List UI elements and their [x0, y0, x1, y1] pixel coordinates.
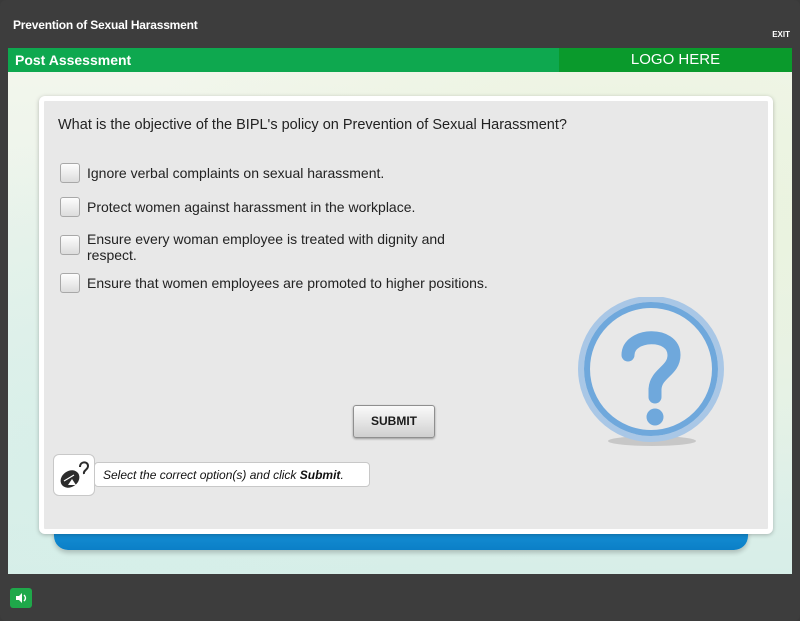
- option-checkbox[interactable]: [60, 197, 80, 217]
- option-checkbox[interactable]: [60, 273, 80, 293]
- exit-button[interactable]: EXIT: [772, 30, 790, 39]
- player-frame: Prevention of Sexual Harassment EXIT Pos…: [0, 0, 800, 621]
- section-title: Post Assessment: [15, 52, 132, 68]
- logo-placeholder: LOGO HERE: [559, 48, 792, 72]
- option-checkbox[interactable]: [60, 235, 80, 255]
- option-label: Ensure every woman employee is treated w…: [87, 231, 445, 263]
- mouse-click-icon: [53, 454, 95, 496]
- option-checkbox[interactable]: [60, 163, 80, 183]
- option-label: Protect women against harassment in the …: [87, 199, 416, 215]
- title-bar: Prevention of Sexual Harassment EXIT: [0, 0, 800, 46]
- question-text: What is the objective of the BIPL's poli…: [58, 117, 567, 133]
- speaker-icon: [16, 593, 27, 603]
- section-header-bar: Post Assessment LOGO HERE: [8, 48, 792, 72]
- submit-button[interactable]: SUBMIT: [353, 405, 435, 438]
- sound-toggle-button[interactable]: [10, 588, 32, 608]
- question-mark-icon: [578, 297, 724, 446]
- option-label: Ignore verbal complaints on sexual haras…: [87, 165, 385, 181]
- content-stage: What is the objective of the BIPL's poli…: [8, 72, 792, 574]
- question-card: What is the objective of the BIPL's poli…: [39, 96, 773, 534]
- instruction-text: Select the correct option(s) and click S…: [94, 462, 370, 487]
- course-title: Prevention of Sexual Harassment: [13, 18, 198, 32]
- option-label: Ensure that women employees are promoted…: [87, 275, 488, 291]
